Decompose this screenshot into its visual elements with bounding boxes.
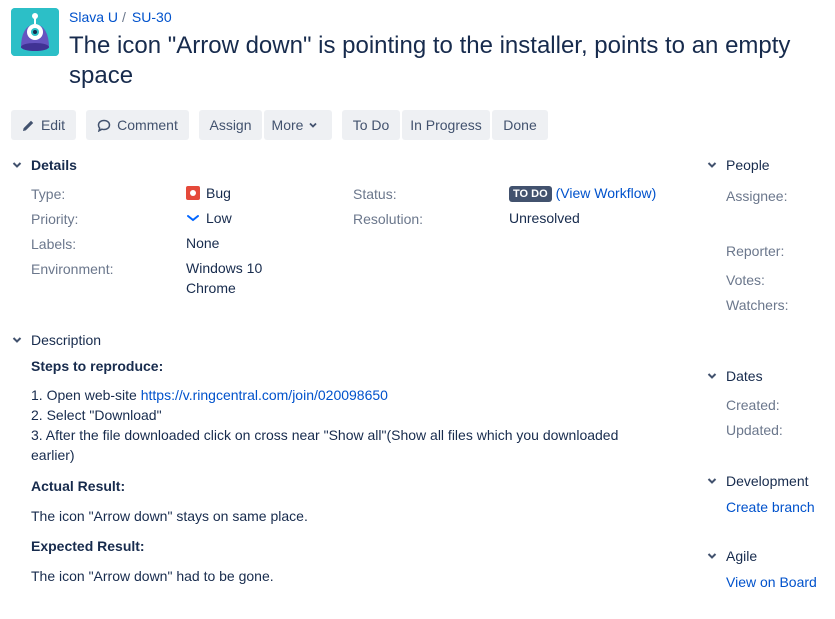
- comment-icon: [97, 119, 111, 132]
- people-section-toggle[interactable]: People: [706, 157, 770, 173]
- step-2: 2. Select "Download": [31, 407, 162, 423]
- environment-line-2: Chrome: [186, 280, 236, 296]
- assign-button[interactable]: Assign: [199, 110, 262, 140]
- status-lozenge: TO DO: [509, 186, 552, 202]
- assignee-label: Assignee:: [726, 188, 788, 204]
- more-button-label: More: [271, 117, 304, 133]
- labels-value[interactable]: None: [186, 233, 219, 253]
- todo-button-label: To Do: [352, 117, 390, 133]
- chevron-down-icon: [707, 478, 717, 484]
- more-button[interactable]: More: [264, 110, 332, 140]
- view-workflow-link[interactable]: (View Workflow): [556, 185, 657, 201]
- agile-heading: Agile: [726, 548, 758, 564]
- issue-title[interactable]: The icon "Arrow down" is pointing to the…: [69, 31, 829, 91]
- step-3-line-2: earlier): [31, 447, 75, 463]
- type-value-label: Bug: [206, 185, 231, 201]
- actual-result-heading-text: Actual Result:: [31, 478, 126, 494]
- labels-label: Labels:: [31, 236, 77, 252]
- development-section-toggle[interactable]: Development: [706, 473, 809, 489]
- description-heading: Description: [31, 332, 102, 348]
- votes-label: Votes:: [726, 272, 765, 288]
- priority-value-label: Low: [206, 210, 232, 226]
- dates-heading: Dates: [726, 368, 763, 384]
- step-1-text: 1. Open web-site: [31, 387, 141, 403]
- chevron-down-icon: [12, 162, 22, 168]
- in-progress-transition-button[interactable]: In Progress: [402, 110, 490, 140]
- chevron-down-icon: [707, 553, 717, 559]
- done-button-label: Done: [503, 117, 537, 133]
- expected-result-heading-text: Expected Result:: [31, 538, 145, 554]
- type-value[interactable]: Bug: [186, 183, 231, 203]
- assign-button-label: Assign: [209, 117, 252, 133]
- updated-label: Updated:: [726, 422, 783, 438]
- project-avatar[interactable]: [11, 8, 59, 56]
- chevron-down-icon: [707, 373, 717, 379]
- created-label: Created:: [726, 397, 780, 413]
- priority-value[interactable]: Low: [186, 208, 232, 228]
- chevron-down-icon: [707, 162, 717, 168]
- resolution-value: Unresolved: [509, 210, 580, 226]
- resolution-label: Resolution:: [353, 211, 424, 227]
- step-3: 3. After the file downloaded click on cr…: [31, 425, 618, 465]
- ringcentral-join-link[interactable]: https://v.ringcentral.com/join/020098650: [141, 387, 388, 403]
- pencil-icon: [22, 120, 34, 131]
- in-progress-button-label: In Progress: [410, 117, 482, 133]
- done-transition-button[interactable]: Done: [492, 110, 548, 140]
- reporter-label: Reporter:: [726, 243, 785, 259]
- comment-button[interactable]: Comment: [86, 110, 189, 140]
- development-heading: Development: [726, 473, 809, 489]
- edit-button-label: Edit: [40, 117, 66, 133]
- details-heading: Details: [31, 157, 77, 173]
- comment-button-label: Comment: [117, 117, 178, 133]
- todo-transition-button[interactable]: To Do: [342, 110, 400, 140]
- environment-value[interactable]: Windows 10 Chrome: [186, 258, 262, 298]
- actual-result-text: The icon "Arrow down" stays on same plac…: [31, 508, 308, 524]
- environment-label: Environment:: [31, 261, 114, 277]
- steps-heading-text: Steps to reproduce:: [31, 358, 164, 374]
- create-branch-link[interactable]: Create branch: [726, 499, 815, 515]
- agile-section-toggle[interactable]: Agile: [706, 548, 757, 564]
- breadcrumb: Slava U / SU-30: [69, 9, 172, 25]
- status-value: TO DO (View Workflow): [509, 183, 656, 203]
- type-label: Type:: [31, 186, 66, 202]
- chevron-down-icon: [12, 337, 22, 343]
- breadcrumb-project[interactable]: Slava U: [69, 9, 118, 25]
- dates-section-toggle[interactable]: Dates: [706, 368, 763, 384]
- expected-result-text: The icon "Arrow down" had to be gone.: [31, 568, 274, 584]
- actual-result-heading: Actual Result:: [31, 476, 125, 496]
- chevron-down-icon: [309, 122, 318, 128]
- breadcrumb-separator: /: [122, 9, 126, 25]
- expected-result-heading: Expected Result:: [31, 536, 145, 556]
- steps-heading: Steps to reproduce:: [31, 356, 163, 376]
- bug-icon: [186, 186, 200, 200]
- step-3-line-1: 3. After the file downloaded click on cr…: [31, 427, 619, 443]
- status-label: Status:: [353, 186, 397, 202]
- details-section-toggle[interactable]: Details: [11, 157, 77, 173]
- priority-low-icon: [187, 215, 199, 222]
- edit-button[interactable]: Edit: [11, 110, 76, 140]
- watchers-label: Watchers:: [726, 297, 789, 313]
- step-1: 1. Open web-site https://v.ringcentral.c…: [31, 385, 388, 405]
- view-on-board-link[interactable]: View on Board: [726, 574, 817, 590]
- breadcrumb-issue-key[interactable]: SU-30: [132, 9, 172, 25]
- description-section-toggle[interactable]: Description: [11, 332, 101, 348]
- priority-label: Priority:: [31, 211, 79, 227]
- environment-line-1: Windows 10: [186, 260, 263, 276]
- people-heading: People: [726, 157, 770, 173]
